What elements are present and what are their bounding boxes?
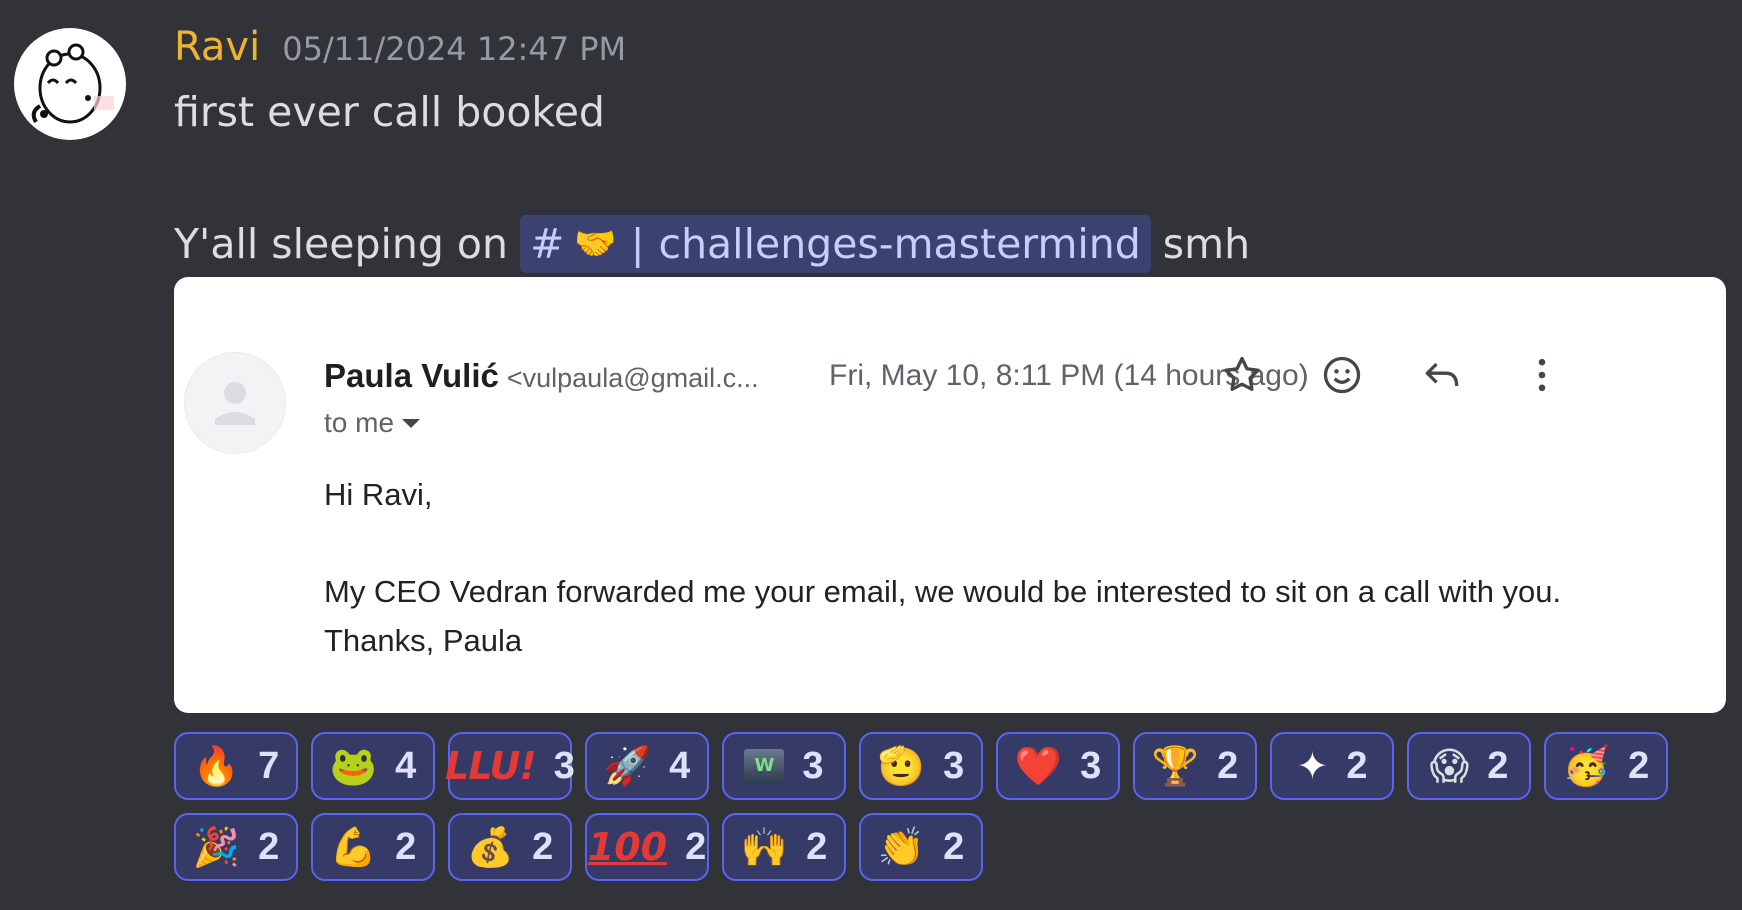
party-face-icon: 🥳: [1562, 744, 1611, 788]
email-screenshot-attachment[interactable]: Paula Vulić <vulpaula@gmail.c... Fri, Ma…: [174, 277, 1726, 713]
user-avatar[interactable]: [14, 28, 126, 140]
reaction-fire[interactable]: 🔥 7: [174, 732, 298, 800]
reaction-scream[interactable]: 😱 2: [1407, 732, 1531, 800]
sender-name: Paula Vulić: [324, 357, 499, 394]
reactions-row-1: 🔥 7 🐸 4 LLU! 3 🚀 4 W3 🫡 3 ❤️ 3 🏆 2 ✦ 2 😱 2 🥳 2: [174, 732, 1734, 800]
reaction-count: 2: [1217, 744, 1239, 787]
hundred-points-icon: 100: [587, 825, 668, 869]
sender-email: <vulpaula@gmail.c...: [506, 363, 759, 393]
reaction-count: 4: [669, 744, 691, 787]
reaction-salute[interactable]: 🫡 3: [859, 732, 983, 800]
frog-icon: 🐸: [329, 744, 378, 788]
reaction-party-face[interactable]: 🥳 2: [1544, 732, 1668, 800]
channel-name: challenges-mastermind: [658, 220, 1141, 268]
reaction-count: 2: [685, 825, 707, 868]
reaction-count: 3: [553, 744, 575, 787]
reaction-rocket[interactable]: 🚀 4: [585, 732, 709, 800]
sparkle-icon: ✦: [1296, 744, 1329, 788]
reaction-raised-hands[interactable]: 🙌 2: [722, 813, 846, 881]
reaction-muscle[interactable]: 💪 2: [311, 813, 435, 881]
fire-icon: 🔥: [192, 744, 241, 788]
sender-row: Paula Vulić <vulpaula@gmail.c...: [324, 357, 759, 395]
more-options-icon: [1538, 358, 1546, 392]
email-body-line-2: Thanks, Paula: [324, 623, 523, 658]
w-image-icon: W: [744, 749, 785, 783]
reaction-count: 2: [943, 825, 965, 868]
rocket-icon: 🚀: [603, 744, 652, 788]
reaction-count: 2: [258, 825, 280, 868]
reactions-bar: 🔥 7 🐸 4 LLU! 3 🚀 4 W3 🫡 3 ❤️ 3 🏆 2 ✦ 2 😱 2 🥳 2 🎉 2 …: [174, 732, 1734, 894]
reaction-lw[interactable]: LLU! 3: [445, 732, 575, 800]
username[interactable]: Ravi: [174, 24, 260, 70]
heart-icon: ❤️: [1014, 744, 1063, 788]
chat-message: Ravi 05/11/2024 12:47 PM first ever call…: [174, 24, 1714, 276]
scream-icon: 😱: [1429, 744, 1470, 788]
chevron-down-icon: [402, 418, 421, 428]
reactions-row-2: 🎉 2 💪 2 💰 2 100 2 🙌 2 👏 2: [174, 813, 1734, 881]
reaction-sparkle[interactable]: ✦ 2: [1270, 732, 1394, 800]
salute-icon: 🫡: [877, 744, 926, 788]
channel-separator: |: [630, 220, 645, 268]
reaction-heart[interactable]: ❤️ 3: [996, 732, 1120, 800]
reaction-w-image[interactable]: W3: [722, 732, 846, 800]
reaction-count: 3: [1080, 744, 1102, 787]
reaction-count: 7: [258, 744, 280, 787]
message-timestamp: 05/11/2024 12:47 PM: [282, 30, 627, 68]
message-text-before-mention: Y'all sleeping on: [174, 220, 508, 268]
money-bag-icon: 💰: [466, 825, 515, 869]
email-body-line-1: My CEO Vedran forwarded me your email, w…: [324, 574, 1562, 609]
cat-avatar-icon: [31, 43, 114, 124]
reaction-hundred[interactable]: 100 2: [585, 813, 709, 881]
person-icon: [215, 382, 255, 425]
star-icon: [1224, 356, 1260, 391]
reply-icon: [1425, 362, 1459, 387]
reaction-count: 4: [395, 744, 417, 787]
party-popper-icon: 🎉: [192, 825, 241, 869]
recipient-label: to me: [324, 407, 395, 438]
reaction-count: 3: [802, 744, 824, 787]
lw-sticker-icon: LLU!: [445, 744, 537, 788]
emoji-icon: [1323, 356, 1361, 394]
raised-hands-icon: 🙌: [740, 825, 789, 869]
email-greeting: Hi Ravi,: [324, 477, 433, 512]
reaction-count: 3: [943, 744, 965, 787]
reaction-count: 2: [532, 825, 554, 868]
reaction-count: 2: [1628, 744, 1650, 787]
message-line-2: Y'all sleeping on # 🤝 | challenges-maste…: [174, 212, 1714, 276]
clapping-hands-icon: 👏: [877, 825, 926, 869]
flexed-biceps-icon: 💪: [329, 825, 378, 869]
message-text-after-mention: smh: [1162, 220, 1251, 268]
channel-hash-icon: #: [530, 220, 565, 268]
reaction-money-bag[interactable]: 💰 2: [448, 813, 572, 881]
reaction-count: 2: [1487, 744, 1509, 787]
reaction-count: 2: [395, 825, 417, 868]
reaction-count: 2: [806, 825, 828, 868]
message-header: Ravi 05/11/2024 12:47 PM: [174, 24, 1714, 82]
trophy-icon: 🏆: [1151, 744, 1200, 788]
reaction-count: 2: [1346, 744, 1368, 787]
message-line-1: first ever call booked: [174, 88, 605, 136]
reaction-clap[interactable]: 👏 2: [859, 813, 983, 881]
reaction-trophy[interactable]: 🏆 2: [1133, 732, 1257, 800]
channel-mention[interactable]: # 🤝 | challenges-mastermind: [520, 215, 1151, 273]
sender-avatar: [184, 352, 286, 454]
handshake-icon: 🤝: [574, 224, 617, 264]
reaction-pepe[interactable]: 🐸 4: [311, 732, 435, 800]
recipient-line: to me: [324, 407, 421, 439]
reaction-tada[interactable]: 🎉 2: [174, 813, 298, 881]
